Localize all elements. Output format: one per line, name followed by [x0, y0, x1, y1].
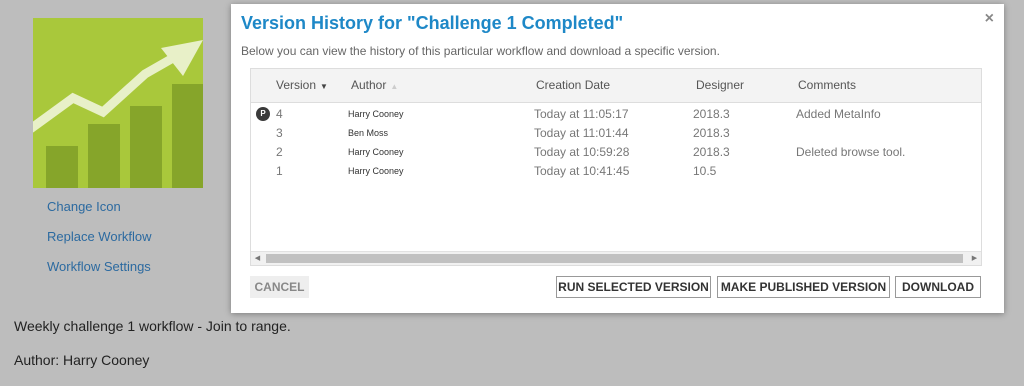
version-table: Version ▼ Author ▲ Creation Date Designer …	[250, 68, 982, 266]
sort-asc-icon: ▲	[390, 82, 399, 91]
table-row[interactable]: 3 Ben Moss Today at 11:01:44 2018.3	[251, 124, 981, 143]
cell-creation-date: Today at 10:59:28	[534, 145, 630, 159]
cell-creation-date: Today at 11:01:44	[534, 126, 629, 140]
cell-creation-date: Today at 11:05:17	[534, 107, 629, 121]
dialog-subtitle: Below you can view the history of this p…	[241, 44, 720, 58]
workflow-author: Author: Harry Cooney	[14, 352, 150, 368]
table-row[interactable]: 2 Harry Cooney Today at 10:59:28 2018.3 …	[251, 143, 981, 162]
sort-desc-icon: ▼	[320, 82, 328, 91]
workflow-actions: Change Icon Replace Workflow Workflow Se…	[47, 198, 152, 288]
dialog-title: Version History for "Challenge 1 Complet…	[241, 13, 624, 33]
published-icon: P	[256, 107, 270, 121]
column-version-label: Version	[276, 78, 317, 92]
column-creation-date[interactable]: Creation Date	[536, 69, 610, 102]
cell-version: 4	[276, 107, 283, 121]
version-history-dialog: Version History for "Challenge 1 Complet…	[231, 4, 1004, 313]
workflow-description: Weekly challenge 1 workflow - Join to ra…	[14, 318, 291, 334]
cell-creation-date: Today at 10:41:45	[534, 164, 630, 178]
replace-workflow-link[interactable]: Replace Workflow	[47, 228, 152, 258]
workflow-settings-link[interactable]: Workflow Settings	[47, 258, 152, 288]
column-comments[interactable]: Comments	[798, 69, 856, 102]
workflow-chart-icon	[33, 18, 203, 188]
cell-author: Ben Moss	[348, 128, 389, 138]
cell-designer: 2018.3	[693, 126, 730, 140]
column-author-label: Author	[351, 78, 387, 92]
cell-comments: Deleted browse tool.	[796, 145, 906, 159]
table-row[interactable]: 1 Harry Cooney Today at 10:41:45 10.5	[251, 162, 981, 181]
table-row[interactable]: P 4 Harry Cooney Today at 11:05:17 2018.…	[251, 105, 981, 124]
cell-version: 2	[276, 145, 283, 159]
close-icon[interactable]: ×	[985, 10, 994, 28]
horizontal-scrollbar[interactable]: ◀ ▶	[251, 251, 981, 265]
cell-author: Harry Cooney	[348, 147, 404, 157]
cell-designer: 10.5	[693, 164, 717, 178]
cell-author: Harry Cooney	[348, 166, 404, 176]
cancel-button[interactable]: CANCEL	[250, 276, 309, 298]
scrollbar-thumb[interactable]	[266, 254, 963, 263]
download-button[interactable]: DOWNLOAD	[895, 276, 981, 298]
cell-version: 3	[276, 126, 283, 140]
column-designer[interactable]: Designer	[696, 69, 744, 102]
cell-comments: Added MetaInfo	[796, 107, 881, 121]
cell-version: 1	[276, 164, 283, 178]
cell-designer: 2018.3	[693, 107, 730, 121]
change-icon-link[interactable]: Change Icon	[47, 198, 152, 228]
cell-designer: 2018.3	[693, 145, 730, 159]
make-published-version-button[interactable]: MAKE PUBLISHED VERSION	[717, 276, 890, 298]
scroll-right-icon[interactable]: ▶	[968, 252, 981, 265]
column-author[interactable]: Author ▲	[351, 69, 398, 102]
run-selected-version-button[interactable]: RUN SELECTED VERSION	[556, 276, 711, 298]
table-header: Version ▼ Author ▲ Creation Date Designer …	[251, 69, 981, 103]
column-version[interactable]: Version ▼	[276, 69, 328, 102]
scroll-left-icon[interactable]: ◀	[251, 252, 264, 265]
cell-author: Harry Cooney	[348, 109, 404, 119]
